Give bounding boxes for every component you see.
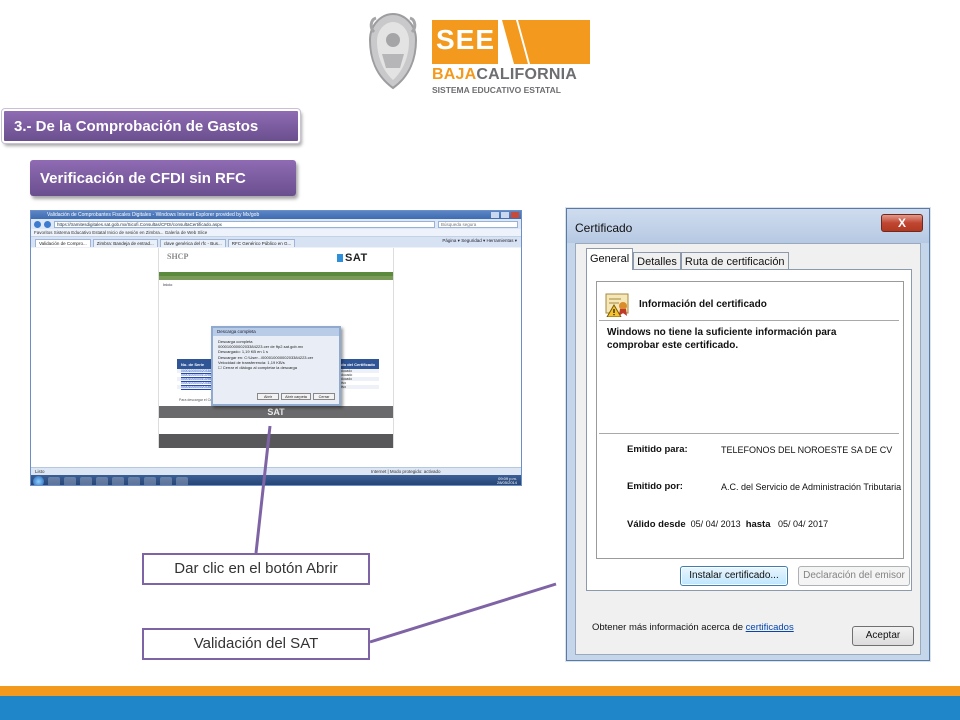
browser-screenshot: Validación de Comprobantes Fiscales Digi… (30, 210, 522, 486)
browser-window-title: Validación de Comprobantes Fiscales Digi… (47, 212, 260, 218)
download-dialog-body: Descarga completa 00001000000203384223.c… (213, 336, 339, 373)
certificate-warning-icon (605, 293, 629, 317)
shcp-logo: SHCP (167, 252, 189, 261)
certificates-link[interactable]: certificados (746, 622, 794, 633)
browser-tab[interactable]: Validación de Compro... (35, 239, 91, 247)
footer-blue-stripe (0, 696, 960, 720)
tab-detalles[interactable]: Detalles (633, 252, 681, 270)
taskbar-item[interactable] (128, 476, 140, 485)
issued-by-row: Emitido por: (627, 481, 683, 492)
certificate-warning-text: Windows no tiene la suficiente informaci… (607, 327, 837, 351)
close-on-complete-label: Cerrar el diálogo al completar la descar… (222, 365, 297, 371)
url-input[interactable]: https://tramitesdigitales.sat.gob.mx/Sic… (54, 220, 435, 228)
close-icon[interactable]: X (881, 214, 923, 232)
download-dialog-title: Descarga completa (213, 328, 339, 336)
taskbar-item[interactable] (96, 476, 108, 485)
close-button[interactable]: Cerrar (313, 393, 335, 400)
california-text: CALIFORNIA (476, 66, 578, 83)
separator (599, 433, 899, 434)
browser-page: SHCP SAT Inicio No. de Serie Estado del … (31, 248, 521, 467)
certificate-dialog: Certificado X General Detalles Ruta de c… (566, 208, 930, 661)
validity-row: Válido desde 05/ 04/ 2013 hasta 05/ 04/ … (627, 519, 828, 530)
issued-to-label: Emitido para: (627, 444, 688, 455)
favorites-bar[interactable]: Favoritos Sistema Educativo Estatal Inic… (31, 229, 521, 237)
inicio-link[interactable]: Inicio (163, 282, 172, 287)
tab-ruta-certificacion[interactable]: Ruta de certificación (680, 252, 789, 270)
close-icon[interactable] (511, 212, 519, 218)
baja-california-wordmark: BAJACALIFORNIA (432, 66, 577, 84)
close-on-complete-checkbox[interactable]: ☐ Cerrar el diálogo al completar la desc… (218, 365, 334, 370)
certificate-tabs: General Detalles Ruta de certificación (586, 248, 789, 270)
back-icon[interactable] (34, 220, 41, 228)
download-dialog-buttons: Abrir Abrir carpeta Cerrar (257, 393, 335, 400)
valid-to-value: 05/ 04/ 2017 (778, 519, 829, 529)
issued-by-label: Emitido por: (627, 481, 683, 492)
browser-tab[interactable]: Zimbra: Bandeja de entrad... (92, 239, 158, 247)
sat-footer-logo: SAT (159, 406, 393, 418)
sat-sub-band (159, 276, 393, 280)
baja-text: BAJA (432, 66, 477, 83)
section-banner: 3.- De la Comprobación de Gastos (1, 108, 301, 144)
sat-footer (159, 434, 393, 448)
taskbar-item[interactable] (176, 476, 188, 485)
more-info-text: Obtener más información acerca de certif… (592, 622, 794, 633)
certificate-info-heading: Información del certificado (639, 299, 767, 310)
address-bar: https://tramitesdigitales.sat.gob.mx/Sic… (31, 219, 521, 229)
see-baja-california-logo: SEE BAJACALIFORNIA SISTEMA EDUCATIVO EST… (364, 8, 594, 100)
issuer-statement-button[interactable]: Declaración del emisor (798, 566, 910, 586)
browser-tab[interactable]: clave genérica del rfc - Bus... (159, 239, 226, 247)
see-wordmark: SEE (436, 24, 496, 55)
open-button[interactable]: Abrir (257, 393, 279, 400)
minimize-icon[interactable] (491, 212, 499, 218)
start-button-icon[interactable] (33, 475, 44, 485)
certificate-titlebar: Certificado X (567, 209, 929, 243)
tab-general[interactable]: General (586, 248, 634, 270)
certificate-title: Certificado (575, 221, 633, 235)
general-tab-panel: Información del certificado Windows no t… (586, 269, 912, 591)
more-info-label: Obtener más información acerca de (592, 622, 744, 633)
valid-to-label: hasta (745, 519, 771, 530)
open-folder-button[interactable]: Abrir carpeta (281, 393, 311, 400)
browser-tools-menu[interactable]: Página ▾ Seguridad ▾ Herramientas ▾ (442, 238, 517, 244)
taskbar-item[interactable] (80, 476, 92, 485)
browser-tab[interactable]: RFC Genérico Público en G... (227, 239, 296, 247)
taskbar-item[interactable] (160, 476, 172, 485)
taskbar-item[interactable] (64, 476, 76, 485)
download-complete-dialog: Descarga completa Descarga completa 0000… (211, 326, 341, 406)
callout-sat-validation: Validación del SAT (142, 628, 370, 660)
browser-titlebar: Validación de Comprobantes Fiscales Digi… (31, 211, 521, 219)
valid-from-label: Válido desde (627, 519, 686, 530)
certificate-body: General Detalles Ruta de certificación I… (575, 243, 921, 655)
forward-icon[interactable] (44, 220, 51, 228)
taskbar-item[interactable] (112, 476, 124, 485)
taskbar-item[interactable] (144, 476, 156, 485)
certificate-info-box: Información del certificado Windows no t… (596, 281, 904, 559)
taskbar-clock[interactable]: 09:09 p.m. 28/05/2014 (496, 476, 517, 486)
subsection-banner: Verificación de CFDI sin RFC (30, 160, 296, 196)
issued-to-value: TELEFONOS DEL NOROESTE SA DE CV (721, 445, 893, 455)
clock-date: 28/05/2014 (496, 480, 517, 485)
connector-sat-validation (369, 582, 557, 644)
callout-open-button: Dar clic en el botón Abrir (142, 553, 370, 585)
install-certificate-button[interactable]: Instalar certificado... (680, 566, 788, 586)
col-serie: No. de Serie (181, 361, 205, 367)
footer-orange-stripe (0, 686, 960, 696)
search-input[interactable]: Búsqueda segura (438, 220, 518, 228)
see-subtitle: SISTEMA EDUCATIVO ESTATAL (432, 85, 561, 95)
state-seal-icon (368, 12, 418, 90)
browser-tab-strip: Validación de Compro... Zimbra: Bandeja … (31, 237, 521, 247)
sat-logo-mark (337, 254, 343, 263)
separator (599, 320, 899, 321)
accept-button[interactable]: Aceptar (852, 626, 914, 646)
sat-logo: SAT (337, 252, 368, 264)
issued-to-row: Emitido para: (627, 444, 688, 455)
browser-status-bar: Listo Internet | Modo protegido: activad… (31, 467, 521, 475)
status-left: Listo (35, 469, 45, 474)
issued-by-value: A.C. del Servicio de Administración Trib… (721, 482, 902, 492)
maximize-icon[interactable] (501, 212, 509, 218)
taskbar-item[interactable] (48, 476, 60, 485)
sat-logo-text: SAT (345, 252, 368, 264)
valid-from-value: 05/ 04/ 2013 (690, 519, 741, 529)
windows-taskbar: 09:09 p.m. 28/05/2014 (31, 475, 521, 486)
